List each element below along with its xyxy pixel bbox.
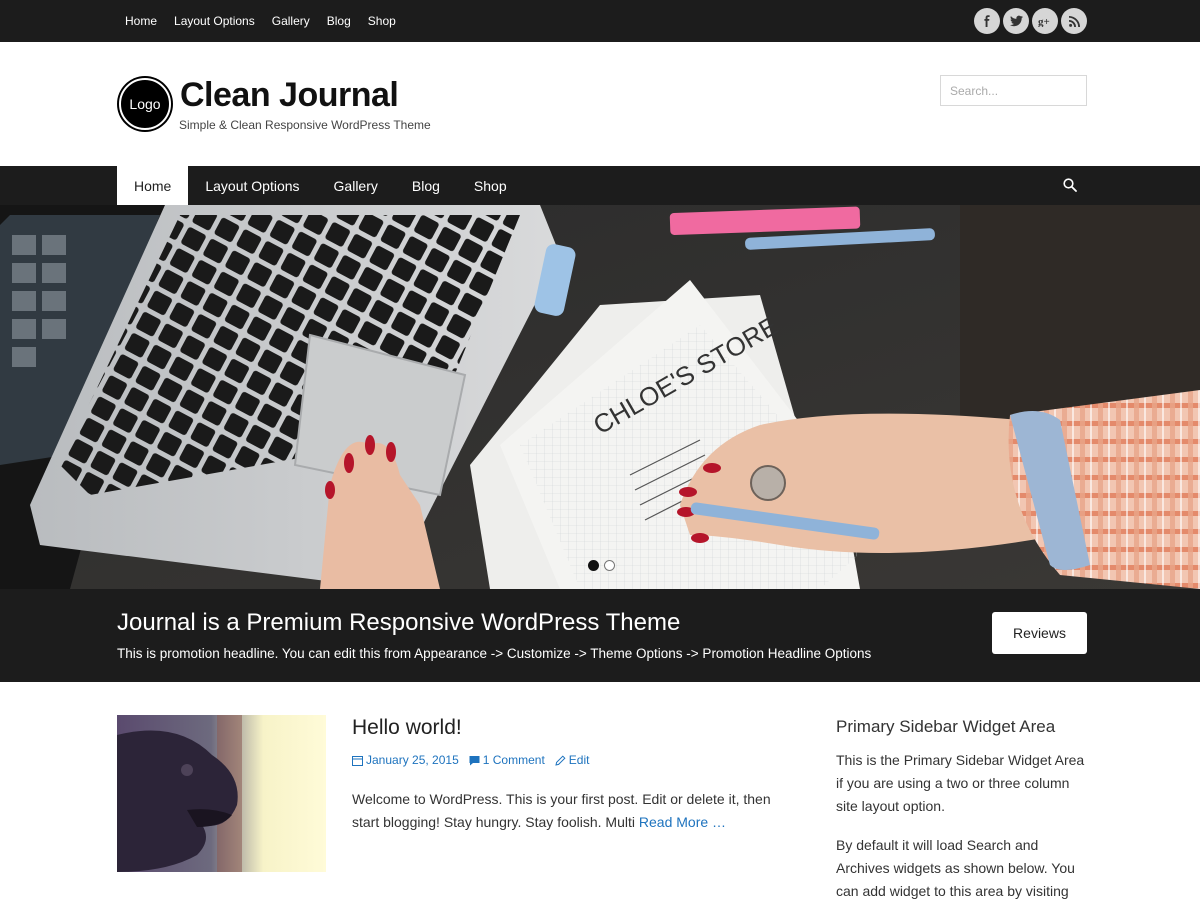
sidebar-widget-text-2: By default it will load Search and Archi…: [836, 837, 1075, 899]
slider-dots: [588, 560, 615, 571]
nav-item-blog[interactable]: Blog: [395, 166, 457, 205]
read-more-link[interactable]: Read More …: [639, 814, 726, 830]
top-bar: Home Layout Options Gallery Blog Shop g+: [0, 0, 1200, 42]
main-navigation: Home Layout Options Gallery Blog Shop: [0, 166, 1200, 205]
nav-item-home[interactable]: Home: [117, 166, 189, 205]
top-nav-shop[interactable]: Shop: [368, 14, 396, 28]
post-comments-text: 1 Comment: [482, 753, 545, 767]
statue-image: [117, 715, 326, 872]
google-plus-icon[interactable]: g+: [1032, 8, 1058, 34]
top-navigation: Home Layout Options Gallery Blog Shop: [117, 0, 413, 42]
post-title[interactable]: Hello world!: [352, 716, 462, 740]
post-thumbnail[interactable]: [117, 715, 326, 872]
svg-text:g+: g+: [1038, 16, 1050, 27]
slider-dot-2[interactable]: [604, 560, 615, 571]
search-icon[interactable]: [1063, 178, 1077, 192]
pencil-icon: [555, 754, 566, 766]
post-meta: January 25, 2015 1 Comment Edit: [352, 753, 589, 767]
top-nav-home[interactable]: Home: [125, 14, 157, 28]
nav-item-shop[interactable]: Shop: [457, 166, 524, 205]
nav-item-gallery[interactable]: Gallery: [317, 166, 395, 205]
reviews-button[interactable]: Reviews: [992, 612, 1087, 654]
facebook-icon[interactable]: [974, 8, 1000, 34]
promotion-subtitle: This is promotion headline. You can edit…: [117, 646, 872, 661]
header-search-input[interactable]: [940, 75, 1087, 106]
post-excerpt: Welcome to WordPress. This is your first…: [352, 788, 772, 834]
sidebar-widget-title: Primary Sidebar Widget Area: [836, 717, 1056, 736]
post-edit[interactable]: Edit: [555, 753, 590, 767]
comment-icon: [469, 755, 480, 765]
rss-icon[interactable]: [1061, 8, 1087, 34]
site-logo[interactable]: Logo: [119, 78, 171, 130]
site-tagline: Simple & Clean Responsive WordPress Them…: [179, 118, 431, 132]
promotion-title: Journal is a Premium Responsive WordPres…: [117, 609, 681, 636]
sidebar-widget-text-1: This is the Primary Sidebar Widget Area …: [836, 752, 1085, 814]
post-date-text: January 25, 2015: [366, 753, 459, 767]
social-links: g+: [974, 8, 1087, 34]
top-nav-blog[interactable]: Blog: [327, 14, 351, 28]
post-date[interactable]: January 25, 2015: [352, 753, 459, 767]
site-title[interactable]: Clean Journal: [180, 76, 399, 115]
promotion-headline: Journal is a Premium Responsive WordPres…: [0, 589, 1200, 682]
nav-item-layout-options[interactable]: Layout Options: [188, 166, 316, 205]
twitter-icon[interactable]: [1003, 8, 1029, 34]
hero-image: CHLOE'S STORE: [0, 205, 1200, 589]
slider-dot-1[interactable]: [588, 560, 599, 571]
post-comments[interactable]: 1 Comment: [469, 753, 545, 767]
post-edit-text: Edit: [568, 753, 590, 767]
top-nav-layout-options[interactable]: Layout Options: [174, 14, 255, 28]
hero-slider[interactable]: CHLOE'S STORE: [0, 205, 1200, 589]
calendar-icon: [352, 755, 363, 766]
top-nav-gallery[interactable]: Gallery: [272, 14, 310, 28]
